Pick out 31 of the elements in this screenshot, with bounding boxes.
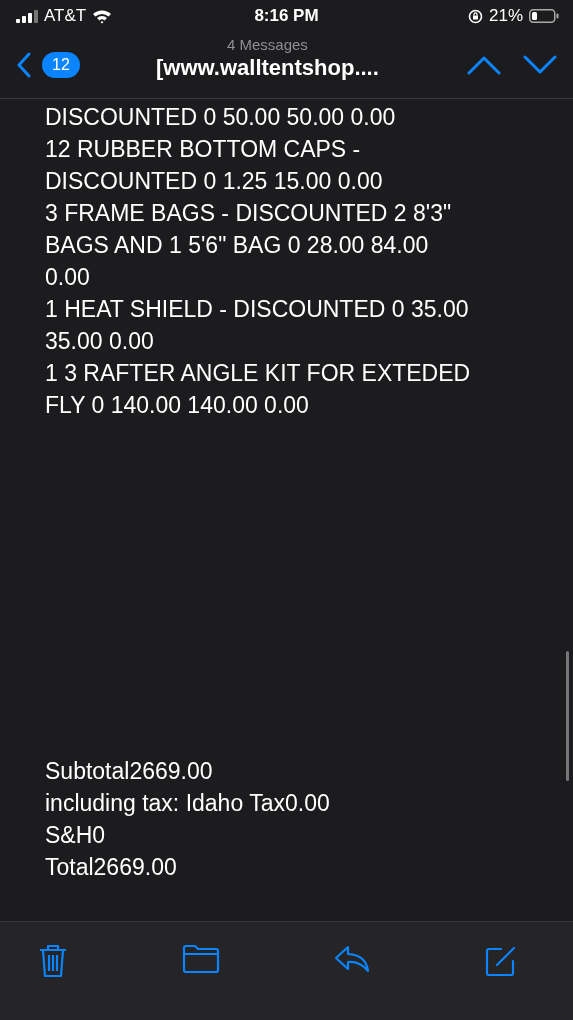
email-text-line: 12 RUBBER BOTTOM CAPS -	[45, 135, 361, 164]
battery-icon	[529, 9, 559, 23]
email-text-line: 1 HEAT SHIELD - DISCOUNTED 0 35.00	[45, 295, 469, 324]
battery-percent: 21%	[488, 6, 523, 26]
email-text-line: BAGS AND 1 5'6" BAG 0 28.00 84.00	[45, 231, 429, 260]
total-line: S&H0	[45, 821, 106, 850]
next-icon[interactable]	[523, 55, 557, 75]
email-text-line: 35.00 0.00	[45, 327, 154, 356]
total-line: Total2669.00	[45, 853, 177, 882]
total-line: Subtotal2669.00	[45, 757, 213, 786]
email-text-line: 0.00	[45, 263, 90, 292]
email-subject: [www.walltentshop....	[155, 54, 379, 81]
total-line: including tax: Idaho Tax0.00	[45, 789, 330, 818]
wifi-icon	[92, 8, 113, 24]
email-text-line: 3 FRAME BAGS - DISCOUNTED 2 8'3"	[45, 199, 452, 228]
trash-icon[interactable]	[38, 944, 68, 978]
email-text-line: DISCOUNTED 0 1.25 15.00 0.00	[45, 167, 383, 196]
email-text-line: FLY 0 140.00 140.00 0.00	[45, 391, 309, 420]
signal-icon	[16, 9, 38, 23]
folder-icon[interactable]	[182, 944, 220, 974]
unread-badge: 12	[42, 52, 80, 78]
previous-icon[interactable]	[467, 55, 501, 75]
email-text-line: DISCOUNTED 0 50.00 50.00 0.00	[45, 103, 396, 132]
compose-icon[interactable]	[484, 944, 518, 978]
status-time: 8:16 PM	[254, 6, 319, 26]
reply-icon[interactable]	[334, 944, 370, 974]
carrier-name: AT&T	[44, 6, 87, 26]
back-icon[interactable]	[16, 52, 32, 78]
message-count: 4 Messages	[226, 35, 308, 53]
rotation-lock-icon	[467, 8, 483, 24]
email-text-line: 1 3 RAFTER ANGLE KIT FOR EXTEDED	[45, 359, 471, 388]
